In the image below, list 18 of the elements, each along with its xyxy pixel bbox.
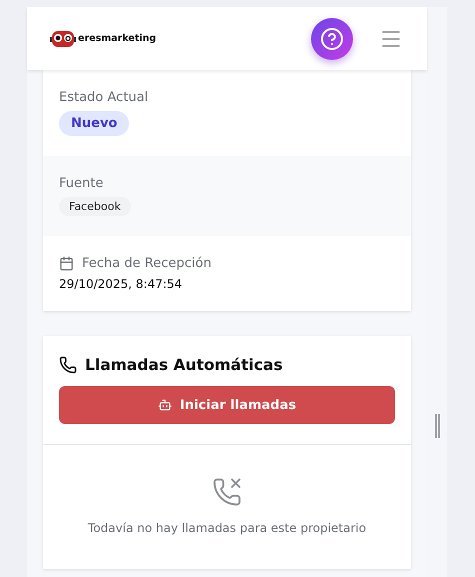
empty-message: Todavía no hay llamadas para este propietario	[88, 521, 366, 535]
field-label: Estado Actual	[59, 90, 150, 105]
calendar-icon	[59, 256, 74, 271]
help-icon	[320, 26, 344, 50]
resize-handle[interactable]	[434, 414, 440, 438]
phone-x-icon	[212, 477, 242, 507]
start-calls-button[interactable]: Iniciar llamadas	[59, 386, 395, 424]
field-label: Fuente	[59, 176, 104, 191]
source-tag: Facebook	[59, 197, 131, 216]
field-value: 29/10/2025, 8:47:54	[59, 277, 184, 291]
logo-text: eresmarketing	[78, 33, 156, 44]
status-badge: Nuevo	[59, 111, 130, 136]
card-title: Llamadas Automáticas	[85, 356, 283, 374]
robot-icon	[158, 398, 172, 412]
robot-logo-icon	[50, 30, 76, 48]
phone-icon	[59, 356, 77, 374]
help-button[interactable]	[311, 18, 353, 60]
field-label: Fecha de Recepción	[82, 256, 212, 271]
